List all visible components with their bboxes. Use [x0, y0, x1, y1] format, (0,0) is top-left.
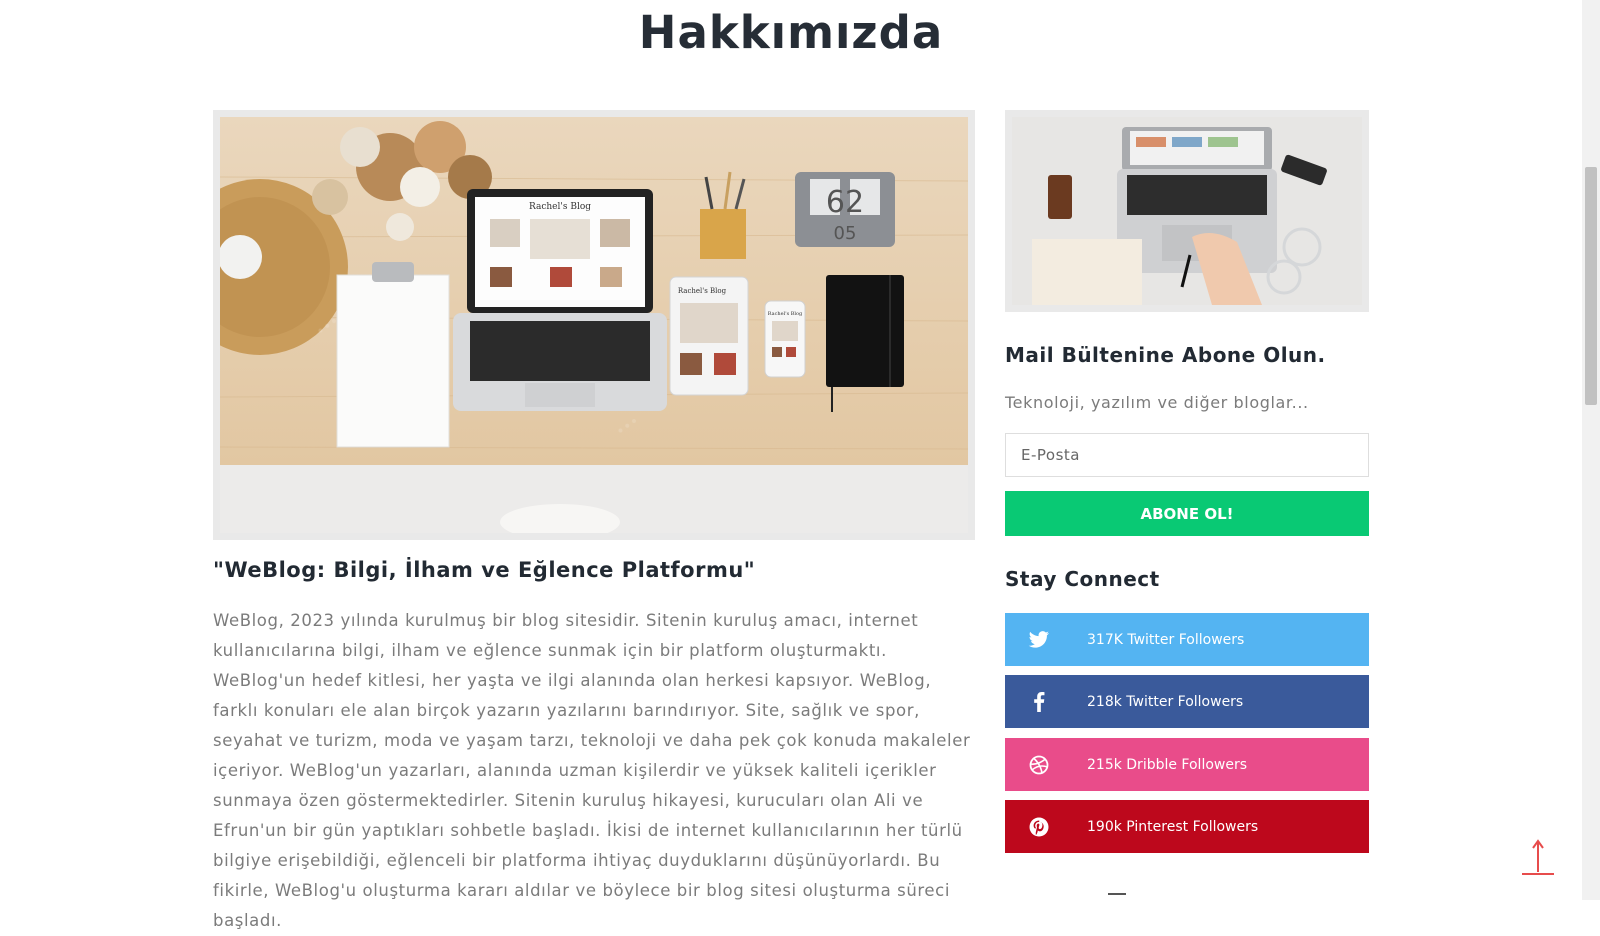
sidebar-image: [1005, 110, 1369, 312]
laptop-screen-label: Rachel's Blog: [529, 202, 591, 212]
facebook-icon: [1009, 691, 1069, 712]
phone-screen-label: Rachel's Blog: [768, 311, 803, 317]
article-title: "WeBlog: Bilgi, İlham ve Eğlence Platfor…: [213, 558, 756, 582]
page-title: Hakkımızda: [638, 6, 944, 59]
stay-connect-title: Stay Connect: [1005, 567, 1160, 591]
email-field[interactable]: [1005, 433, 1369, 477]
partial-section-edge: [1108, 893, 1126, 902]
social-pinterest-link[interactable]: 190k Pinterest Followers: [1005, 800, 1369, 853]
pinterest-icon: [1009, 817, 1069, 837]
subscribe-button[interactable]: ABONE OL!: [1005, 491, 1369, 536]
twitter-icon: [1009, 630, 1069, 649]
social-facebook-label: 218k Twitter Followers: [1087, 693, 1244, 710]
social-twitter-label: 317K Twitter Followers: [1087, 631, 1245, 648]
article-body: WeBlog, 2023 yılında kurulmuş bir blog s…: [213, 611, 971, 930]
scrollbar-track[interactable]: [1582, 0, 1600, 900]
social-dribbble-link[interactable]: 215k Dribble Followers: [1005, 738, 1369, 791]
newsletter-title: Mail Bültenine Abone Olun.: [1005, 343, 1326, 367]
article-hero-image: Rachel's Blog 62 05 Rachel's Blog Rachel…: [213, 110, 975, 540]
social-dribbble-label: 215k Dribble Followers: [1087, 756, 1248, 773]
arrow-up-icon: [1522, 839, 1554, 875]
scrollbar-thumb[interactable]: [1585, 167, 1597, 405]
newsletter-description: Teknoloji, yazılım ve diğer bloglar...: [1005, 393, 1309, 412]
social-twitter-link[interactable]: 317K Twitter Followers: [1005, 613, 1369, 666]
scroll-to-top-button[interactable]: [1520, 838, 1556, 876]
calendar-bottom-digits: 05: [834, 223, 857, 244]
tablet-screen-label: Rachel's Blog: [678, 287, 727, 295]
social-pinterest-label: 190k Pinterest Followers: [1087, 818, 1259, 835]
social-facebook-link[interactable]: 218k Twitter Followers: [1005, 675, 1369, 728]
calendar-top-digits: 62: [826, 185, 864, 220]
dribbble-icon: [1009, 755, 1069, 775]
